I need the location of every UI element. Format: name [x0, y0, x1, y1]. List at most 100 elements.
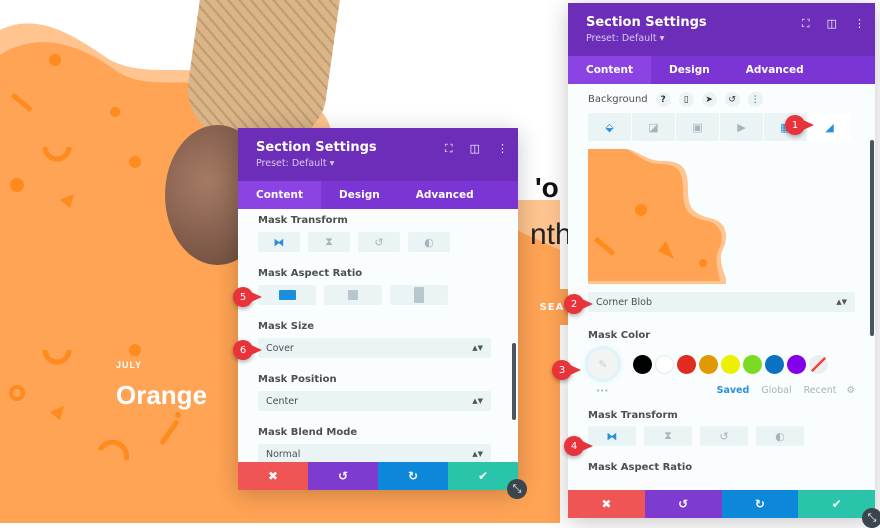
color-swatch[interactable] — [765, 354, 784, 374]
more-icon[interactable]: ⋮ — [747, 92, 763, 107]
partial-heading-2: nth — [530, 218, 572, 251]
more-options-icon[interactable]: ⋮ — [497, 142, 508, 156]
mask-transform-label: Mask Transform — [258, 215, 348, 226]
partial-heading-1: 'o — [535, 172, 559, 203]
redo-button[interactable]: ↻ — [378, 462, 448, 490]
rotate-button[interactable]: ↺ — [358, 232, 400, 252]
panel-tabs: Content Design Advanced — [238, 181, 518, 209]
preset-selector[interactable]: Preset: Default ▾ — [256, 158, 500, 169]
color-swatch[interactable] — [633, 354, 652, 374]
mask-position-select[interactable]: Center ▲▼ — [258, 391, 491, 411]
tab-design[interactable]: Design — [321, 181, 398, 209]
expand-icon[interactable]: ⛶ — [445, 142, 453, 156]
partial-search-button[interactable]: SEA — [536, 289, 568, 325]
flip-vertical-button[interactable]: ⧗ — [644, 426, 692, 446]
cancel-button[interactable]: ✖ — [238, 462, 308, 490]
reset-icon[interactable]: ↺ — [724, 92, 740, 107]
panel-scrollbar[interactable] — [870, 140, 874, 336]
tab-design[interactable]: Design — [651, 56, 728, 84]
mask-blend-mode-label: Mask Blend Mode — [258, 427, 358, 438]
bg-color-tab[interactable]: ⬙ — [588, 113, 631, 141]
invert-button[interactable]: ◐ — [408, 232, 450, 252]
mask-blend-mode-select[interactable]: Normal ▲▼ — [258, 444, 491, 464]
transparent-swatch[interactable] — [809, 354, 828, 374]
mask-aspect-ratio-label: Mask Aspect Ratio — [258, 268, 363, 279]
tab-content[interactable]: Content — [568, 56, 652, 84]
panel-footer: ✖ ↺ ↻ ✔ — [238, 462, 518, 490]
step-badge-1: 1 — [785, 115, 814, 135]
resize-handle-front[interactable]: ⤡ — [862, 508, 880, 528]
cancel-button[interactable]: ✖ — [568, 490, 645, 518]
color-swatch[interactable] — [743, 354, 762, 374]
palette-tab-saved[interactable]: Saved — [717, 385, 750, 396]
flip-horizontal-button[interactable]: ⧓ — [588, 426, 636, 446]
mask-size-select[interactable]: Cover ▲▼ — [258, 338, 491, 358]
panel-scrollbar[interactable] — [512, 343, 516, 420]
panel-header: Section Settings Preset: Default ▾ ⛶ ◫ ⋮ — [238, 128, 518, 181]
aspect-landscape-button[interactable] — [258, 285, 316, 305]
mask-size-label: Mask Size — [258, 321, 315, 332]
panel-tabs: Content Design Advanced — [568, 56, 875, 84]
section-settings-panel-back: Section Settings Preset: Default ▾ ⛶ ◫ ⋮… — [238, 128, 518, 490]
mask-aspect-ratio-label: Mask Aspect Ratio — [588, 462, 693, 473]
invert-button[interactable]: ◐ — [756, 426, 804, 446]
step-badge-2: 2 — [564, 294, 593, 314]
aspect-square-button[interactable] — [324, 285, 382, 305]
section-settings-panel-front: Section Settings Preset: Default ▾ ⛶ ◫ ⋮… — [568, 3, 875, 518]
palette-settings-gear-icon[interactable]: ⚙ — [846, 385, 855, 396]
split-view-icon[interactable]: ◫ — [827, 17, 837, 31]
select-arrows-icon: ▲▼ — [472, 397, 483, 405]
mask-style-value: Corner Blob — [596, 296, 652, 308]
tab-advanced[interactable]: Advanced — [398, 181, 492, 209]
ice-cream-cone-image — [180, 0, 340, 140]
mask-size-value: Cover — [266, 342, 294, 354]
flip-vertical-button[interactable]: ⧗ — [308, 232, 350, 252]
bg-mask-tab[interactable]: ◢ — [808, 113, 851, 141]
month-label: JULY — [116, 360, 143, 370]
select-arrows-icon: ▲▼ — [836, 298, 847, 306]
undo-button[interactable]: ↺ — [308, 462, 378, 490]
mask-style-select[interactable]: Corner Blob ▲▼ — [588, 292, 855, 312]
color-picker-button[interactable]: ✎ — [588, 349, 618, 379]
rotate-button[interactable]: ↺ — [700, 426, 748, 446]
bg-image-tab[interactable]: ▣ — [676, 113, 719, 141]
palette-tab-global[interactable]: Global — [761, 385, 791, 396]
select-arrows-icon: ▲▼ — [472, 450, 483, 458]
color-swatch[interactable] — [787, 354, 806, 374]
panel-header: Section Settings Preset: Default ▾ ⛶ ◫ ⋮ — [568, 3, 875, 56]
page-heading: Orange — [116, 380, 208, 410]
color-swatch[interactable] — [721, 354, 740, 374]
color-swatch[interactable] — [699, 354, 718, 374]
resize-handle-back[interactable]: ⤡ — [507, 479, 527, 499]
split-view-icon[interactable]: ◫ — [470, 142, 480, 156]
redo-button[interactable]: ↻ — [721, 490, 799, 518]
flip-horizontal-button[interactable]: ⧓ — [258, 232, 300, 252]
step-badge-5: 5 — [233, 287, 262, 307]
preset-selector[interactable]: Preset: Default ▾ — [586, 33, 857, 44]
mask-color-label: Mask Color — [588, 330, 651, 341]
color-swatch[interactable] — [677, 354, 696, 374]
device-icon[interactable]: ▯ — [678, 92, 694, 107]
color-swatches — [633, 354, 806, 374]
mask-transform-label: Mask Transform — [588, 410, 678, 421]
bg-video-tab[interactable]: ▶ — [720, 113, 763, 141]
more-colors-dots[interactable]: ••• — [596, 387, 715, 395]
help-icon[interactable]: ? — [655, 92, 671, 107]
panel-footer: ✖ ↺ ↻ ✔ — [568, 490, 875, 518]
mask-blend-value: Normal — [266, 448, 301, 460]
bg-gradient-tab[interactable]: ◪ — [632, 113, 675, 141]
undo-button[interactable]: ↺ — [644, 490, 722, 518]
color-swatch[interactable] — [655, 354, 674, 374]
aspect-portrait-button[interactable] — [390, 285, 448, 305]
step-badge-6: 6 — [233, 340, 262, 360]
palette-tab-recent[interactable]: Recent — [804, 385, 837, 396]
hover-cursor-icon[interactable]: ➤ — [701, 92, 717, 107]
expand-icon[interactable]: ⛶ — [802, 17, 810, 31]
mask-position-label: Mask Position — [258, 374, 337, 385]
tab-content[interactable]: Content — [238, 181, 322, 209]
tab-advanced[interactable]: Advanced — [728, 56, 822, 84]
mask-position-value: Center — [266, 395, 298, 407]
select-arrows-icon: ▲▼ — [472, 344, 483, 352]
more-options-icon[interactable]: ⋮ — [854, 17, 865, 31]
step-badge-3: 3 — [552, 360, 581, 380]
